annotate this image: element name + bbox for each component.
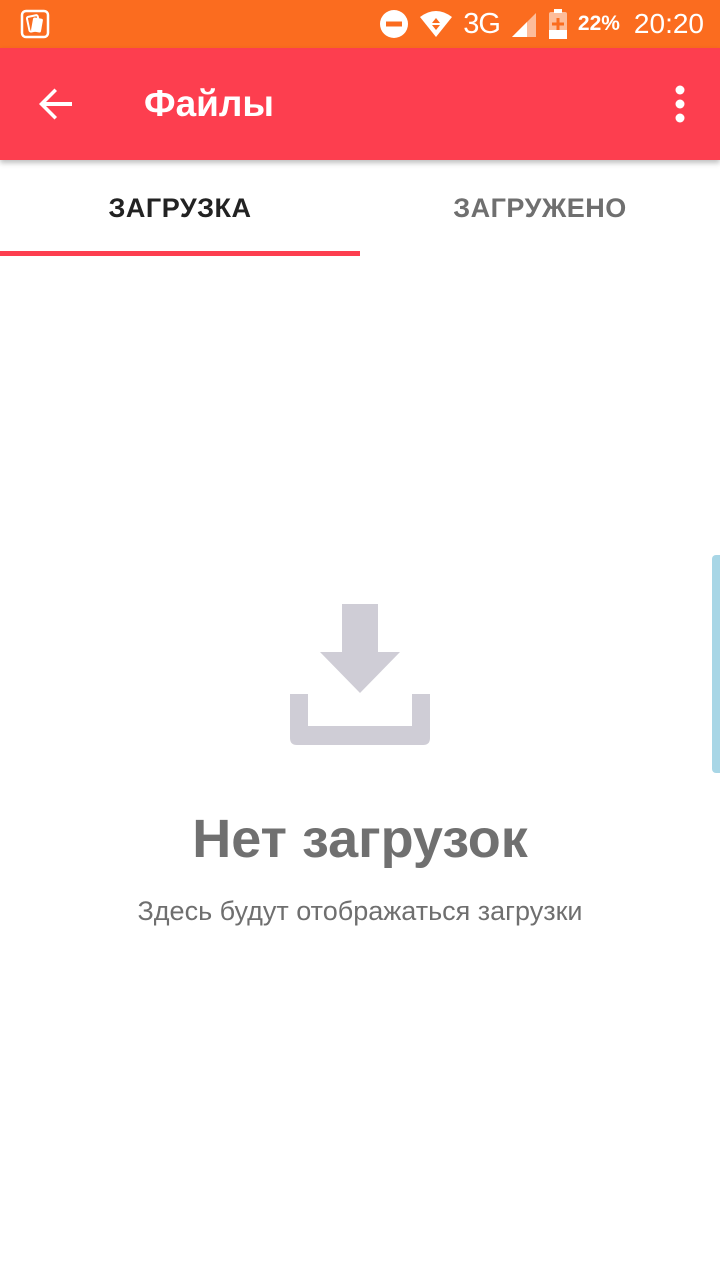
status-bar: 3G 22% 20:20 [0,0,720,48]
tab-downloading[interactable]: ЗАГРУЗКА [0,160,360,256]
do-not-disturb-icon [380,10,409,38]
files-screen: 3G 22% 20:20 Файлы ЗАГРУЗКА ЗАГРУЖЕНО Не… [0,0,720,1280]
clock-label: 20:20 [633,8,704,39]
overflow-menu-button[interactable] [656,68,704,140]
cell-signal-icon [511,13,536,37]
back-button[interactable] [20,68,92,140]
empty-state-title: Нет загрузок [192,809,528,869]
page-title: Файлы [144,83,275,124]
notification-app-icon [20,9,50,39]
battery-charging-icon [548,9,567,39]
scroll-edge-glow [712,555,720,773]
arrow-back-icon [39,88,72,120]
tab-downloaded[interactable]: ЗАГРУЖЕНО [360,160,720,256]
empty-state-subtitle: Здесь будут отображаться загрузки [137,896,583,926]
tab-downloaded-label: ЗАГРУЖЕНО [453,192,627,223]
network-type-label: 3G [463,8,501,40]
download-icon [290,604,430,745]
app-bar: Файлы [0,48,720,160]
tab-bar: ЗАГРУЗКА ЗАГРУЖЕНО [0,160,720,256]
more-vert-icon [675,85,685,123]
active-tab-indicator [0,251,360,256]
wifi-data-icon [420,11,453,37]
status-icons: 3G 22% 20:20 [379,0,704,48]
battery-percent-label: 22% [577,12,620,35]
tab-downloading-label: ЗАГРУЗКА [108,192,252,223]
